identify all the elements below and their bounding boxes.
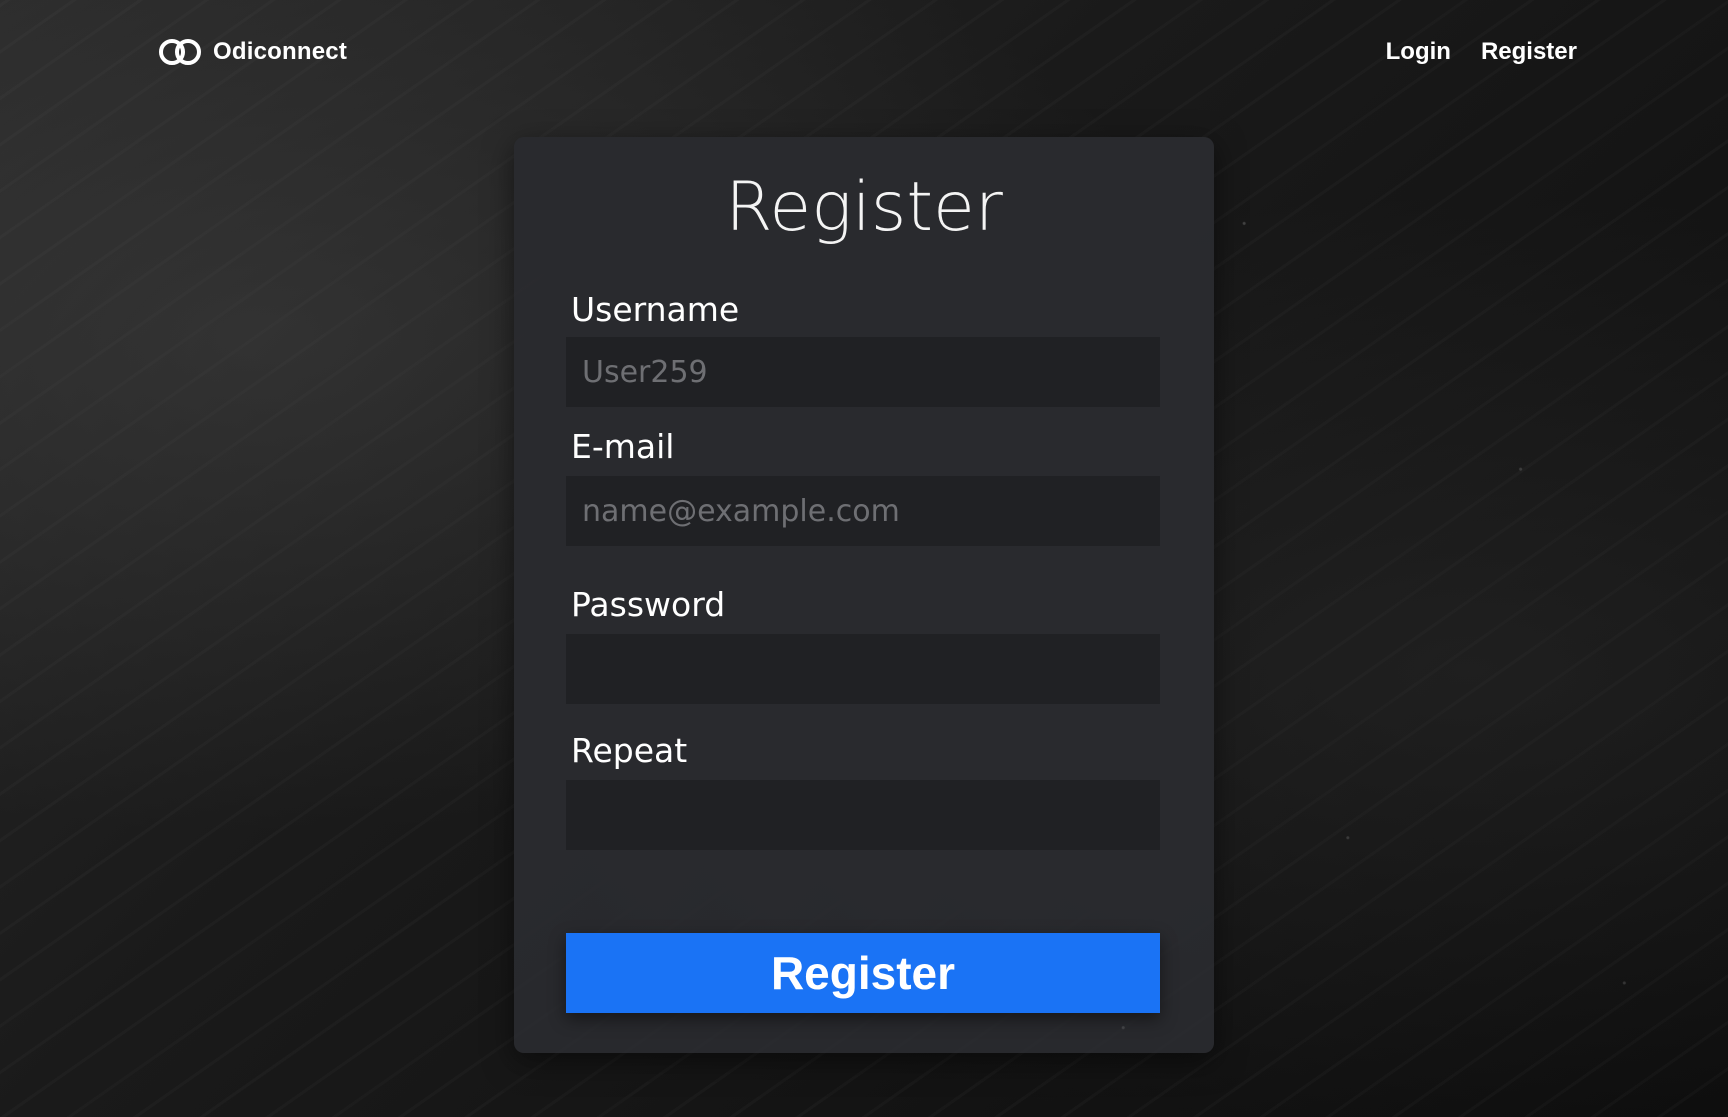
email-input[interactable] <box>566 476 1160 546</box>
repeat-password-input[interactable] <box>566 780 1160 850</box>
nav-links: Login Register <box>1386 38 1577 66</box>
register-card: Register Username E-mail Password Repeat… <box>514 137 1214 1053</box>
brand-link[interactable]: Odiconnect <box>157 36 347 68</box>
email-label: E-mail <box>571 427 675 466</box>
password-label: Password <box>571 585 726 624</box>
repeat-password-label: Repeat <box>571 731 688 770</box>
brand-name: Odiconnect <box>213 38 348 65</box>
register-submit-button[interactable]: Register <box>566 933 1160 1013</box>
linked-rings-logo-icon <box>157 36 203 68</box>
nav-login-link[interactable]: Login <box>1386 38 1451 66</box>
username-input[interactable] <box>566 337 1160 407</box>
password-input[interactable] <box>566 634 1160 704</box>
username-label: Username <box>571 290 740 329</box>
top-navbar: Odiconnect Login Register <box>0 0 1728 108</box>
nav-register-link[interactable]: Register <box>1481 38 1577 66</box>
register-title: Register <box>725 168 1003 247</box>
page-background: Odiconnect Login Register Register Usern… <box>0 0 1728 1117</box>
